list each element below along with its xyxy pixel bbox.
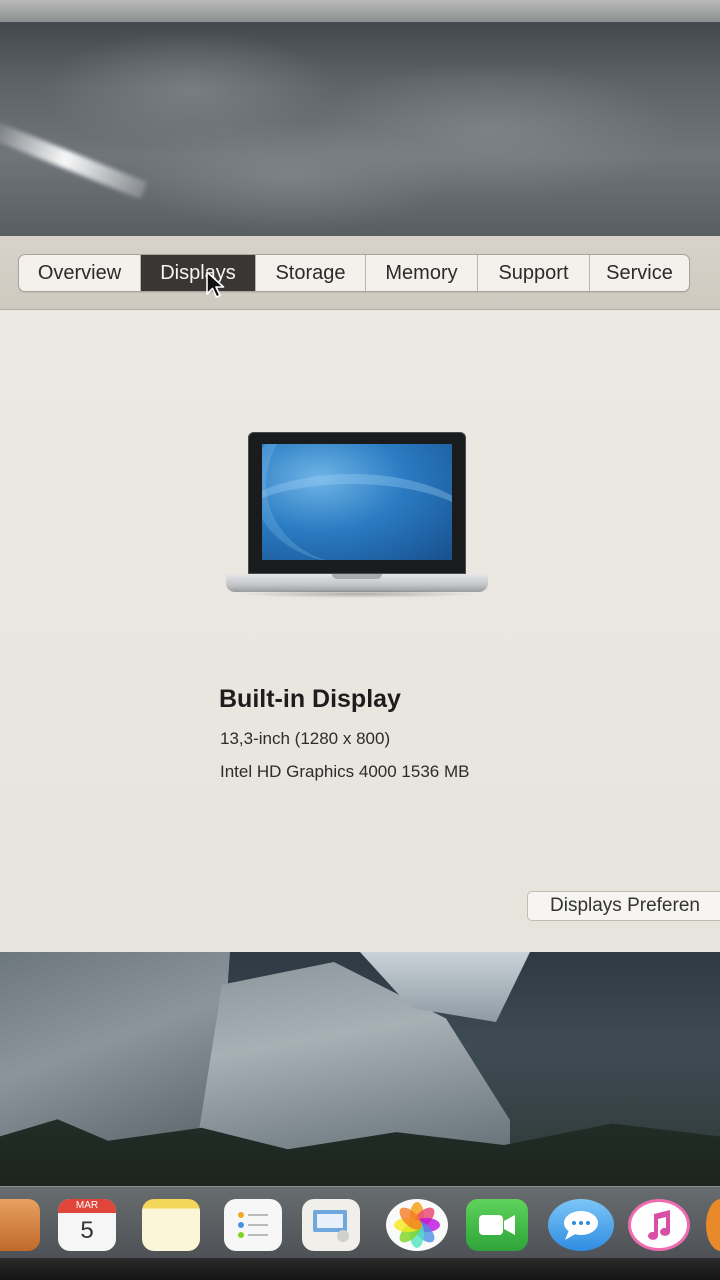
screen-bezel-top (0, 0, 720, 22)
dock: MAR 5 (0, 1186, 720, 1258)
tab-displays[interactable]: Displays (141, 255, 256, 291)
laptop-illustration (226, 432, 488, 598)
screen-bezel-bottom (0, 1258, 720, 1280)
mouse-pointer-icon (206, 271, 225, 298)
desktop-wallpaper-mountains (0, 952, 720, 1188)
display-size: 13,3-inch (1280 x 800) (220, 729, 391, 748)
tab-service[interactable]: Service (590, 255, 689, 291)
display-graphics: Intel HD Graphics 4000 1536 MB (220, 762, 470, 781)
window-toolbar: Overview Displays Storage Memory Support… (0, 236, 720, 310)
calendar-month: MAR (58, 1199, 116, 1213)
notes-icon[interactable] (142, 1199, 200, 1251)
displays-preferences-button[interactable]: Displays Preferen (527, 891, 720, 921)
tab-bar: Overview Displays Storage Memory Support… (18, 254, 690, 292)
tab-overview[interactable]: Overview (19, 255, 141, 291)
tab-storage[interactable]: Storage (256, 255, 366, 291)
desktop-wallpaper-sky (0, 0, 720, 240)
dock-app-icon[interactable] (0, 1199, 40, 1251)
facetime-icon[interactable] (466, 1199, 528, 1251)
calendar-day: 5 (80, 1217, 94, 1244)
reminders-icon[interactable] (224, 1199, 282, 1251)
dock-app-icon-partial[interactable] (706, 1199, 720, 1251)
keynote-icon[interactable] (302, 1199, 360, 1251)
messages-icon[interactable] (548, 1199, 614, 1251)
display-name: Built-in Display (219, 685, 401, 713)
displays-panel (0, 311, 720, 952)
tab-support[interactable]: Support (478, 255, 590, 291)
itunes-icon[interactable] (628, 1199, 690, 1251)
photos-icon[interactable] (386, 1199, 448, 1251)
calendar-icon[interactable]: MAR 5 (58, 1199, 116, 1251)
tab-memory[interactable]: Memory (366, 255, 478, 291)
